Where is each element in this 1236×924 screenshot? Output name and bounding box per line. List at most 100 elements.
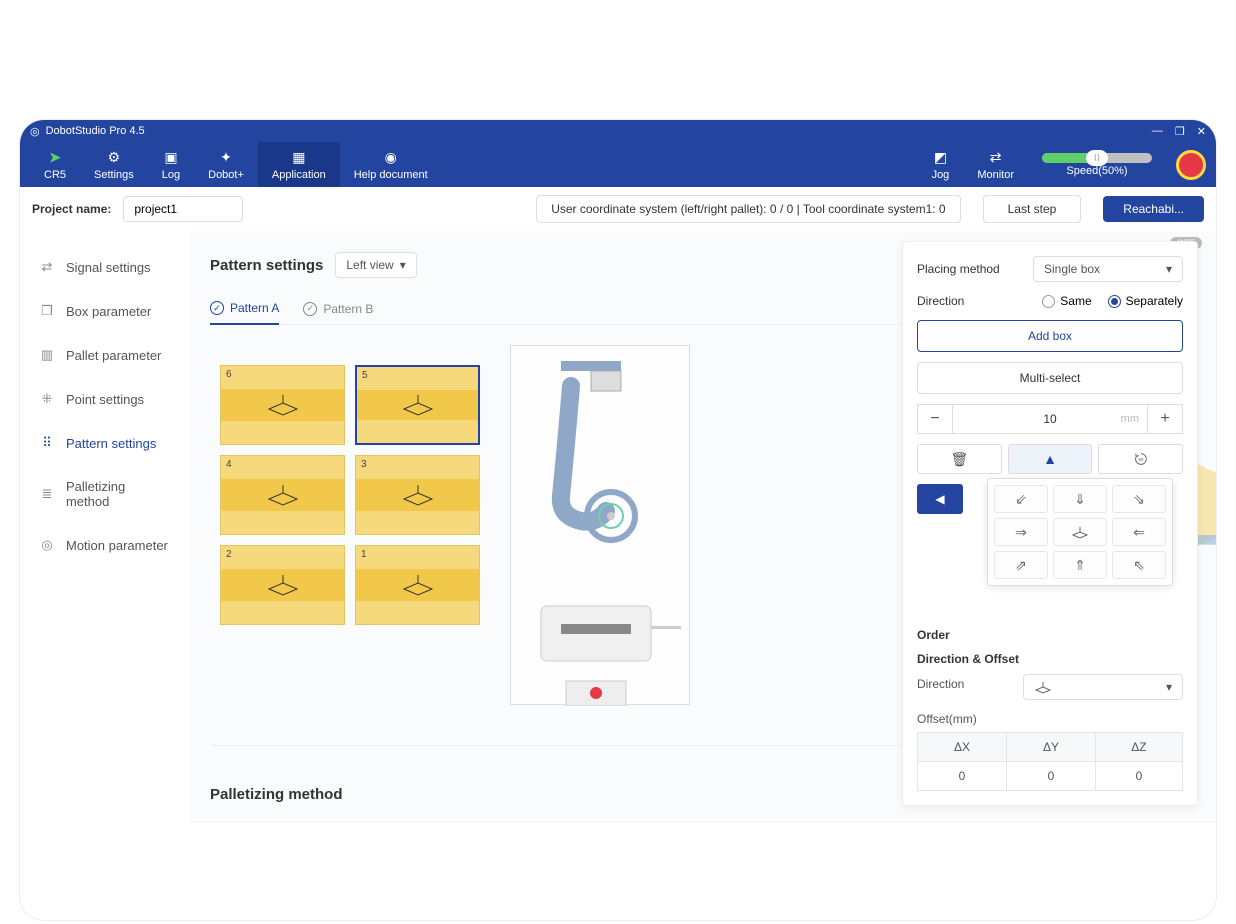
view-select[interactable]: Left view▾ xyxy=(335,252,416,278)
signal-icon: ⇄ xyxy=(38,259,56,275)
placing-panel: Placing method Single box▾ Direction Sam… xyxy=(902,241,1198,806)
direction-select[interactable]: ▾ xyxy=(1023,674,1183,700)
box-icon xyxy=(400,573,436,597)
box-1[interactable]: 1 xyxy=(355,545,480,625)
pallet-icon: ▥ xyxy=(38,347,56,363)
dir-left[interactable]: ⇐ xyxy=(1112,518,1166,546)
chevron-down-icon: ▾ xyxy=(400,258,406,272)
triangle-up-icon: ▲ xyxy=(1043,451,1057,467)
minimize-button[interactable]: — xyxy=(1152,125,1163,138)
radio-same[interactable]: Same xyxy=(1042,294,1091,308)
sidebar: ⇄Signal settings ❒Box parameter ▥Pallet … xyxy=(20,231,190,823)
log-button[interactable]: ▣ Log xyxy=(148,142,194,187)
dir-down-left[interactable]: ⇙ xyxy=(994,485,1048,513)
sidebar-item-pattern[interactable]: ⠿Pattern settings xyxy=(20,421,190,465)
dir-down[interactable]: ⇓ xyxy=(1053,485,1107,513)
check-icon: ✓ xyxy=(303,302,317,316)
sidebar-item-pallet[interactable]: ▥Pallet parameter xyxy=(20,333,190,377)
svg-text:90: 90 xyxy=(1138,457,1144,462)
direction-label: Direction xyxy=(917,294,964,308)
robot-icon: ➤ xyxy=(49,149,61,167)
sidebar-item-point[interactable]: ⁜Point settings xyxy=(20,377,190,421)
last-step-button[interactable]: Last step xyxy=(983,195,1082,223)
speed-slider[interactable]: ⟨⟩ Speed(50%) xyxy=(1028,153,1166,177)
offset-label: Offset(mm) xyxy=(917,712,1183,726)
step-value[interactable]: 10mm xyxy=(953,404,1147,434)
sidebar-item-signal[interactable]: ⇄Signal settings xyxy=(20,245,190,289)
box-icon xyxy=(265,573,301,597)
box-3[interactable]: 3 xyxy=(355,455,480,535)
app-title: DobotStudio Pro 4.5 xyxy=(46,125,145,137)
help-icon: ◉ xyxy=(385,149,397,167)
maximize-button[interactable]: ❐ xyxy=(1175,125,1185,138)
add-box-button[interactable]: Add box xyxy=(917,320,1183,352)
box-2[interactable]: 2 xyxy=(220,545,345,625)
move-left-button[interactable]: ◀ xyxy=(917,484,963,514)
triangle-left-icon: ◀ xyxy=(935,492,944,506)
emergency-stop-button[interactable] xyxy=(1176,150,1206,180)
box-4[interactable]: 4 xyxy=(220,455,345,535)
radio-separately[interactable]: Separately xyxy=(1108,294,1183,308)
box-6[interactable]: 6 xyxy=(220,365,345,445)
header-dy: ΔY xyxy=(1006,733,1095,762)
main-toolbar: ➤ CR5 ⚙ Settings ▣ Log ✦ Dobot+ ▦ Applic… xyxy=(20,142,1216,187)
titlebar: ◎ DobotStudio Pro 4.5 — ❐ ✕ xyxy=(20,120,1216,142)
dir-center[interactable] xyxy=(1053,518,1107,546)
sidebar-item-box[interactable]: ❒Box parameter xyxy=(20,289,190,333)
stack-icon: ≣ xyxy=(38,486,56,502)
jog-icon: ◩ xyxy=(934,149,947,167)
reachability-button[interactable]: Reachabi... xyxy=(1103,196,1204,222)
speed-thumb[interactable]: ⟨⟩ xyxy=(1086,150,1108,166)
monitor-button[interactable]: ⇄ Monitor xyxy=(963,142,1028,187)
direction-popup: ⇙ ⇓ ⇘ ⇒ ⇐ ⇗ ⇑ ⇖ xyxy=(987,478,1173,586)
check-icon: ✓ xyxy=(210,301,224,315)
offset-table: ΔX ΔY ΔZ 0 0 0 xyxy=(917,732,1183,791)
tab-pattern-b[interactable]: ✓Pattern B xyxy=(303,293,373,324)
sidebar-item-motion[interactable]: ◎Motion parameter xyxy=(20,523,190,567)
application-button[interactable]: ▦ Application xyxy=(258,142,340,187)
increment-button[interactable]: + xyxy=(1147,404,1183,434)
dir-right[interactable]: ⇒ xyxy=(994,518,1048,546)
dir-up[interactable]: ⇑ xyxy=(1053,551,1107,579)
value-dz[interactable]: 0 xyxy=(1095,762,1182,791)
pattern-icon: ⠿ xyxy=(38,435,56,451)
placing-method-select[interactable]: Single box▾ xyxy=(1033,256,1183,282)
move-up-button[interactable]: ▲ xyxy=(1008,444,1093,474)
jog-button[interactable]: ◩ Jog xyxy=(918,142,964,187)
robot-preview xyxy=(510,345,690,705)
multi-select-button[interactable]: Multi-select xyxy=(917,362,1183,394)
dir-up-right[interactable]: ⇖ xyxy=(1112,551,1166,579)
dir-down-right[interactable]: ⇘ xyxy=(1112,485,1166,513)
project-name-label: Project name: xyxy=(32,202,111,216)
chevron-down-icon: ▾ xyxy=(1166,680,1172,694)
delete-button[interactable]: 🗑 xyxy=(917,444,1002,474)
settings-button[interactable]: ⚙ Settings xyxy=(80,142,148,187)
log-icon: ▣ xyxy=(164,149,177,167)
placing-method-label: Placing method xyxy=(917,262,1000,276)
step-size-stepper: − 10mm + xyxy=(917,404,1183,434)
tab-pattern-a[interactable]: ✓Pattern A xyxy=(210,293,279,325)
help-button[interactable]: ◉ Help document xyxy=(340,142,442,187)
trash-icon: 🗑 xyxy=(950,451,968,468)
box-icon xyxy=(265,483,301,507)
monitor-icon: ⇄ xyxy=(990,149,1002,167)
decrement-button[interactable]: − xyxy=(917,404,953,434)
value-dx[interactable]: 0 xyxy=(918,762,1007,791)
rotate-button[interactable]: 90 xyxy=(1098,444,1183,474)
chevron-down-icon: ▾ xyxy=(1166,262,1172,276)
dir-up-left[interactable]: ⇗ xyxy=(994,551,1048,579)
cr5-button[interactable]: ➤ CR5 xyxy=(30,142,80,187)
value-dy[interactable]: 0 xyxy=(1006,762,1095,791)
sidebar-item-palletizing[interactable]: ≣Palletizing method xyxy=(20,465,190,523)
close-button[interactable]: ✕ xyxy=(1197,125,1206,138)
dobotplus-button[interactable]: ✦ Dobot+ xyxy=(194,142,258,187)
coord-info: User coordinate system (left/right palle… xyxy=(536,195,960,223)
pallet-view: 6 5 4 3 2 1 xyxy=(210,345,490,725)
project-name-input[interactable] xyxy=(123,196,243,222)
direction-icon xyxy=(1034,680,1052,694)
box-5[interactable]: 5 xyxy=(355,365,480,445)
app-logo-icon: ◎ xyxy=(30,125,40,138)
direction-offset-label: Direction & Offset xyxy=(917,652,1183,666)
puzzle-icon: ✦ xyxy=(220,149,232,167)
box-icon xyxy=(400,483,436,507)
